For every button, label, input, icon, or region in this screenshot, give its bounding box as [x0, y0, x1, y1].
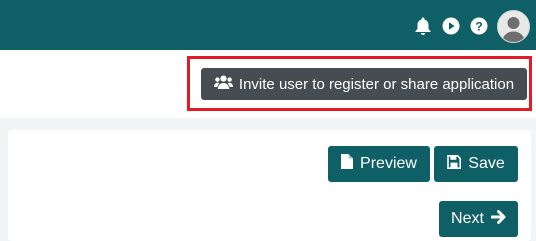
preview-button-label: Preview — [360, 155, 417, 172]
invite-user-button[interactable]: Invite user to register or share applica… — [201, 68, 527, 100]
invite-button-label: Invite user to register or share applica… — [238, 75, 515, 93]
next-button-label: Next — [451, 210, 484, 227]
bell-icon[interactable] — [413, 16, 433, 36]
floppy-disk-icon — [447, 154, 462, 174]
save-button[interactable]: Save — [434, 146, 518, 182]
save-button-label: Save — [468, 155, 505, 172]
help-icon[interactable]: ? — [469, 16, 489, 36]
svg-text:?: ? — [475, 19, 482, 33]
arrow-right-icon — [490, 209, 506, 229]
users-icon — [213, 75, 233, 93]
next-button[interactable]: Next — [439, 201, 518, 237]
user-avatar-icon[interactable] — [497, 10, 530, 43]
play-icon[interactable] — [441, 16, 461, 36]
file-icon — [341, 154, 354, 174]
top-navigation-bar: ? — [0, 0, 536, 50]
preview-button[interactable]: Preview — [328, 146, 430, 182]
